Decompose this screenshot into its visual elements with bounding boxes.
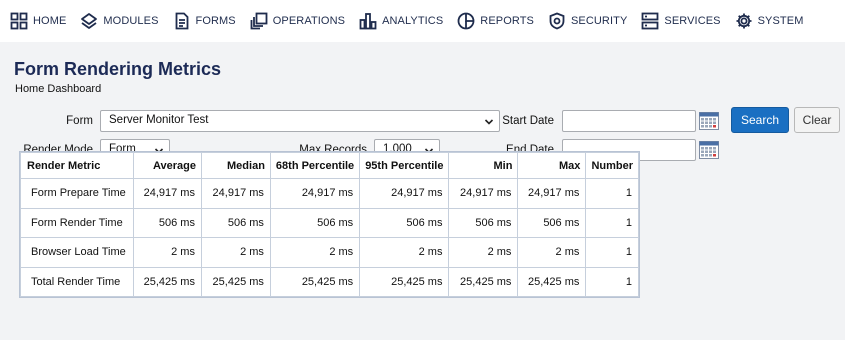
nav-label: MODULES [103,15,159,27]
table-cell: 25,425 ms [200,266,271,297]
table-cell: 2 ms [269,237,361,268]
nav-label: FORMS [195,15,236,27]
nav-item-home[interactable]: HOME [10,0,66,42]
nav-item-forms[interactable]: FORMS [173,0,236,42]
column-header[interactable]: Number [585,152,639,179]
layers-icon [81,13,98,29]
table-cell: 2 ms [132,237,202,268]
table-cell: 506 ms [269,207,361,238]
nav-item-modules[interactable]: MODULES [80,0,158,42]
table-cell: 25,425 ms [269,266,361,297]
table-cell: 24,917 ms [448,178,519,209]
document-icon [175,12,188,30]
table-cell: 2 ms [517,237,587,268]
calendar-icon[interactable] [699,141,719,159]
table-cell: 25,425 ms [448,266,519,297]
table-row: Form Render Time 506 ms 506 ms 506 ms 50… [20,207,639,238]
nav-label: HOME [33,15,67,27]
table-cell: 506 ms [517,207,587,238]
pie-chart-icon [457,12,475,30]
gear-icon [736,13,752,29]
column-header[interactable]: 95th Percentile [359,152,450,179]
table-cell: Form Render Time [20,207,134,238]
top-nav: HOME MODULES FORMS OPERATIONS ANALYTICS … [0,0,845,42]
table-cell: Browser Load Time [20,237,134,268]
form-label: Form [66,115,93,127]
table-row: Total Render Time 25,425 ms 25,425 ms 25… [20,266,639,297]
table-cell: 2 ms [359,237,450,268]
nav-item-security[interactable]: SECURITY [548,0,627,42]
nav-label: ANALYTICS [382,15,444,27]
column-header[interactable]: Min [448,152,519,179]
table-cell: 1 [585,207,639,238]
column-header[interactable]: Median [200,152,271,179]
table-cell: 24,917 ms [269,178,361,209]
start-date-input[interactable] [562,110,696,132]
metrics-table: Render Metric Average Median 68th Percen… [19,151,640,298]
table-cell: 1 [585,266,639,297]
nav-item-services[interactable]: SERVICES [641,0,721,42]
table-cell: 24,917 ms [359,178,450,209]
start-date-label: Start Date [502,115,554,127]
search-button[interactable]: Search [731,107,789,133]
page-title: Form Rendering Metrics [14,59,222,79]
nav-label: SERVICES [664,15,721,27]
operations-icon [250,12,268,30]
nav-item-reports[interactable]: REPORTS [457,0,534,42]
shield-icon [549,12,565,30]
table-cell: 25,425 ms [359,266,450,297]
column-header[interactable]: Max [517,152,587,179]
table-cell: 25,425 ms [132,266,202,297]
nav-item-analytics[interactable]: ANALYTICS [359,0,443,42]
table-cell: 2 ms [448,237,519,268]
table-cell: Form Prepare Time [20,178,134,209]
table-cell: 24,917 ms [132,178,202,209]
table-cell: 1 [585,178,639,209]
table-cell: 506 ms [200,207,271,238]
column-header[interactable]: Average [132,152,202,179]
nav-item-system[interactable]: SYSTEM [735,0,804,42]
form-select-value: Server Monitor Test [109,114,209,126]
nav-label: OPERATIONS [272,15,346,27]
column-header[interactable]: 68th Percentile [269,152,361,179]
chevron-down-icon [484,119,494,125]
nav-label: SECURITY [570,15,628,27]
bar-chart-icon [359,13,377,30]
table-cell: 2 ms [200,237,271,268]
server-icon [641,12,659,30]
table-header-row: Render Metric Average Median 68th Percen… [20,152,639,179]
column-header[interactable]: Render Metric [20,152,134,179]
table-cell: 506 ms [132,207,202,238]
nav-label: REPORTS [480,15,534,27]
form-select[interactable]: Server Monitor Test [100,110,500,132]
nav-label: SYSTEM [757,15,804,27]
table-cell: 24,917 ms [517,178,587,209]
table-cell: 24,917 ms [200,178,271,209]
page-subtitle: Home Dashboard [15,83,102,95]
calendar-icon[interactable] [699,112,719,130]
table-row: Browser Load Time 2 ms 2 ms 2 ms 2 ms 2 … [20,237,639,268]
table-cell: 506 ms [359,207,450,238]
clear-button[interactable]: Clear [794,107,840,133]
table-cell: 25,425 ms [517,266,587,297]
grid-icon [10,12,28,30]
table-row: Form Prepare Time 24,917 ms 24,917 ms 24… [20,178,639,209]
table-cell: 506 ms [448,207,519,238]
nav-item-operations[interactable]: OPERATIONS [250,0,345,42]
table-cell: Total Render Time [20,266,134,297]
table-cell: 1 [585,237,639,268]
